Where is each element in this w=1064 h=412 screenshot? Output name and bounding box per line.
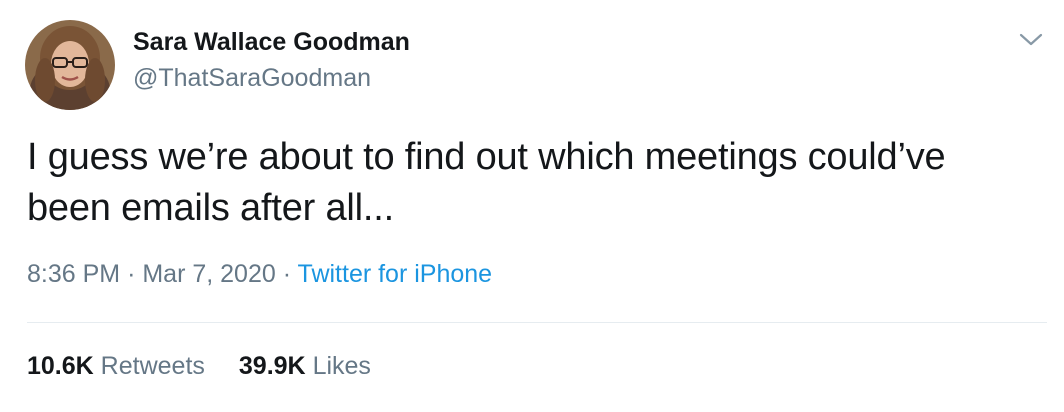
avatar[interactable] <box>25 20 115 110</box>
tweet-source-link[interactable]: Twitter for iPhone <box>298 260 493 288</box>
tweet-date[interactable]: Mar 7, 2020 <box>142 260 275 288</box>
likes-label: Likes <box>312 352 371 380</box>
chevron-down-icon[interactable] <box>1018 30 1044 50</box>
tweet-meta: 8:36 PM · Mar 7, 2020 · Twitter for iPho… <box>27 260 492 289</box>
likes-stat[interactable]: 39.9K Likes <box>239 352 371 380</box>
meta-separator: · <box>127 260 136 288</box>
tweet-stats: 10.6K Retweets 39.9K Likes <box>27 352 371 381</box>
user-handle[interactable]: @ThatSaraGoodman <box>133 64 371 93</box>
tweet-text: I guess we’re about to find out which me… <box>27 136 946 229</box>
tweet-card: Sara Wallace Goodman @ThatSaraGoodman I … <box>0 0 1064 412</box>
display-name[interactable]: Sara Wallace Goodman <box>133 28 410 57</box>
meta-separator: · <box>282 260 292 288</box>
avatar-image <box>25 20 115 110</box>
divider <box>27 322 1047 323</box>
retweets-count: 10.6K <box>27 352 94 380</box>
likes-count: 39.9K <box>238 352 306 380</box>
retweets-stat[interactable]: 10.6K Retweets <box>27 352 205 380</box>
retweets-label: Retweets <box>100 352 205 380</box>
tweet-time[interactable]: 8:36 PM <box>27 260 120 288</box>
